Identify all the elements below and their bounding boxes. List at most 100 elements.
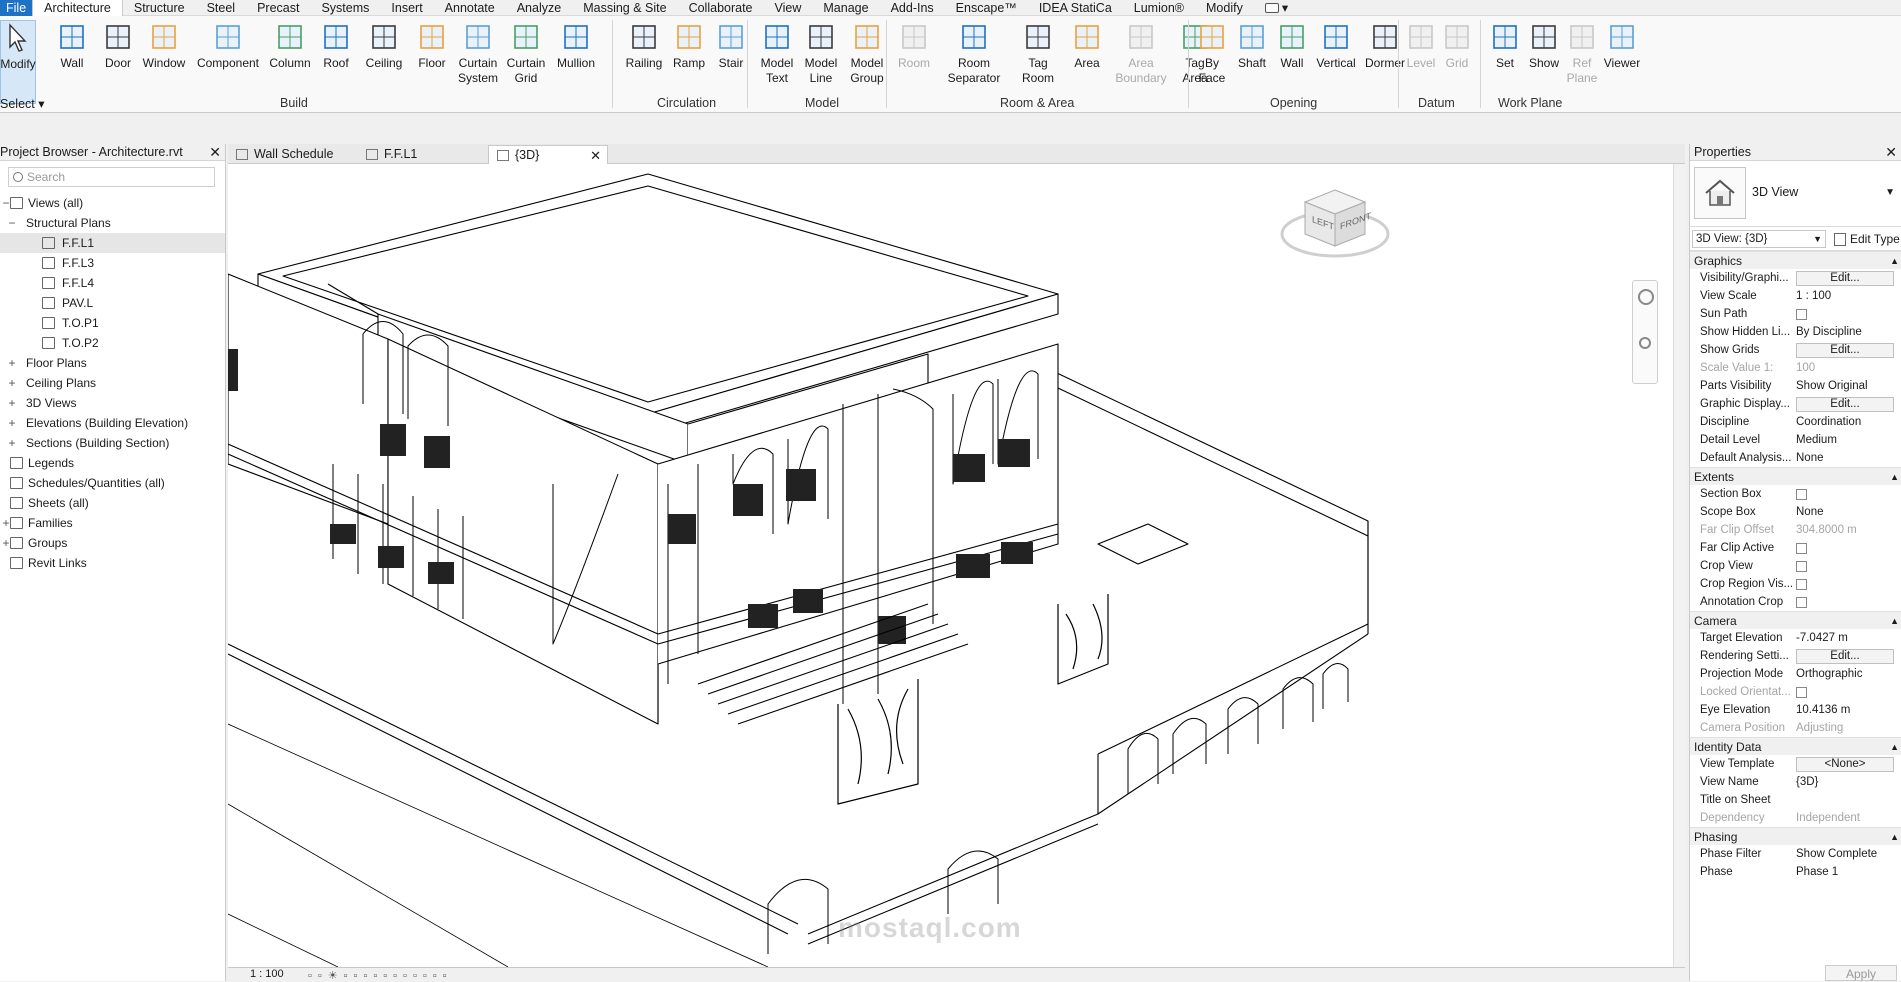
- prop-group-identity-data[interactable]: Identity Data ▲: [1690, 737, 1901, 755]
- tab-file[interactable]: File: [0, 0, 33, 16]
- work-plane-set-button[interactable]: Set: [1489, 20, 1521, 71]
- select-dropdown[interactable]: Select ▾: [0, 96, 45, 111]
- browser-item-families[interactable]: + Families: [0, 513, 225, 533]
- tab-insert[interactable]: Insert: [380, 0, 433, 16]
- target-elevation-value[interactable]: -7.0427 m: [1796, 632, 1848, 644]
- view-scale-value[interactable]: 1 : 100: [1796, 290, 1831, 302]
- opening-shaft-button[interactable]: Shaft: [1233, 20, 1271, 71]
- build-mullion-button[interactable]: Mullion: [552, 20, 600, 71]
- browser-search-input[interactable]: Search: [8, 167, 215, 187]
- tab-lumion[interactable]: Lumion®: [1123, 0, 1195, 16]
- sun-path-checkbox[interactable]: [1796, 309, 1807, 320]
- opening-wall-button[interactable]: Wall: [1275, 20, 1309, 71]
- browser-item-f-f-l1[interactable]: F.F.L1: [0, 233, 225, 253]
- tab-architecture[interactable]: Architecture: [32, 0, 123, 16]
- show-hidden-li-value[interactable]: By Discipline: [1796, 326, 1862, 338]
- tab-manage[interactable]: Manage: [812, 0, 879, 16]
- expand-icon[interactable]: +: [6, 393, 18, 413]
- prop-group-phasing[interactable]: Phasing ▲: [1690, 827, 1901, 845]
- close-icon[interactable]: ✕: [1885, 144, 1897, 161]
- opening-dormer-button[interactable]: Dormer: [1363, 20, 1407, 71]
- model-model-group-button[interactable]: Model Group: [845, 20, 889, 86]
- tab-enscape[interactable]: Enscape™: [945, 0, 1028, 16]
- rendering-setti-button[interactable]: Edit...: [1796, 649, 1894, 664]
- tab-steel[interactable]: Steel: [196, 0, 247, 16]
- view-scale[interactable]: 1 : 100: [250, 968, 284, 980]
- browser-item-pav-l[interactable]: PAV.L: [0, 293, 225, 313]
- browser-item-f-f-l3[interactable]: F.F.L3: [0, 253, 225, 273]
- opening-by-face-button[interactable]: By Face: [1195, 20, 1229, 86]
- build-roof-button[interactable]: Roof: [316, 20, 356, 71]
- tab-view[interactable]: View: [764, 0, 813, 16]
- browser-item-views-all[interactable]: − Views (all): [0, 193, 225, 213]
- tab-precast[interactable]: Precast: [246, 0, 310, 16]
- room-area-room-separator-button[interactable]: Room Separator: [939, 20, 1009, 86]
- tab-annotate[interactable]: Annotate: [434, 0, 506, 16]
- build-ceiling-button[interactable]: Ceiling: [360, 20, 408, 71]
- section-box-checkbox[interactable]: [1796, 489, 1807, 500]
- expand-icon[interactable]: +: [6, 373, 18, 393]
- room-area-area-button[interactable]: Area: [1067, 20, 1107, 71]
- tab-analyze[interactable]: Analyze: [506, 0, 572, 16]
- projection-mode-value[interactable]: Orthographic: [1796, 668, 1862, 680]
- 3d-viewport[interactable]: LEFT FRONT mostaql.com: [228, 164, 1673, 967]
- parts-visibility-value[interactable]: Show Original: [1796, 380, 1868, 392]
- crop-view-checkbox[interactable]: [1796, 561, 1807, 572]
- instance-filter-select[interactable]: 3D View: {3D} ▼: [1692, 230, 1826, 248]
- browser-item-sheets-all[interactable]: Sheets (all): [0, 493, 225, 513]
- room-area-area-boundary-button[interactable]: Area Boundary: [1111, 20, 1171, 86]
- collapse-icon[interactable]: −: [6, 213, 18, 233]
- vertical-scrollbar[interactable]: [1673, 164, 1685, 967]
- work-plane-show-button[interactable]: Show: [1525, 20, 1563, 71]
- detail-level-value[interactable]: Medium: [1796, 434, 1837, 446]
- discipline-value[interactable]: Coordination: [1796, 416, 1861, 428]
- build-curtain-grid-button[interactable]: Curtain Grid: [504, 20, 548, 86]
- tab-collaborate[interactable]: Collaborate: [678, 0, 764, 16]
- default-analysis-value[interactable]: None: [1796, 452, 1824, 464]
- scope-box-value[interactable]: None: [1796, 506, 1824, 518]
- build-column-button[interactable]: Column: [268, 20, 312, 71]
- view-cube[interactable]: LEFT FRONT: [1280, 184, 1390, 264]
- browser-item-groups[interactable]: + Groups: [0, 533, 225, 553]
- view-template-button[interactable]: <None>: [1796, 757, 1894, 772]
- datum-level-button[interactable]: Level: [1405, 20, 1437, 71]
- type-selector[interactable]: 3D View ▼: [1690, 161, 1901, 227]
- model-model-text-button[interactable]: Model Text: [757, 20, 797, 86]
- view-tab-wall-schedule[interactable]: Wall Schedule: [228, 145, 358, 164]
- view-tab-3d[interactable]: {3D} ✕: [488, 145, 608, 164]
- browser-item-f-f-l4[interactable]: F.F.L4: [0, 273, 225, 293]
- browser-item-legends[interactable]: Legends: [0, 453, 225, 473]
- browser-item-schedules-quantities-all[interactable]: Schedules/Quantities (all): [0, 473, 225, 493]
- build-curtain-system-button[interactable]: Curtain System: [456, 20, 500, 86]
- far-clip-active-checkbox[interactable]: [1796, 543, 1807, 554]
- steering-wheel-icon[interactable]: [1638, 289, 1654, 305]
- datum-grid-button[interactable]: Grid: [1441, 20, 1473, 71]
- browser-item-elevations-building-elevation[interactable]: + Elevations (Building Elevation): [0, 413, 225, 433]
- apply-button[interactable]: Apply: [1825, 965, 1897, 981]
- tab-structure[interactable]: Structure: [123, 0, 196, 16]
- show-grids-button[interactable]: Edit...: [1796, 343, 1894, 358]
- graphic-display-button[interactable]: Edit...: [1796, 397, 1894, 412]
- build-wall-button[interactable]: Wall: [48, 20, 96, 71]
- work-plane-viewer-button[interactable]: Viewer: [1601, 20, 1643, 71]
- expand-icon[interactable]: +: [6, 413, 18, 433]
- circulation-railing-button[interactable]: Railing: [623, 20, 665, 71]
- tab-add-ins[interactable]: Add-Ins: [880, 0, 945, 16]
- circulation-stair-button[interactable]: Stair: [713, 20, 749, 71]
- crop-region-vis-checkbox[interactable]: [1796, 579, 1807, 590]
- view-tab-f-f-l1[interactable]: F.F.L1: [358, 145, 488, 164]
- browser-item-sections-building-section[interactable]: + Sections (Building Section): [0, 433, 225, 453]
- ribbon-display-options-button[interactable]: ▾: [1254, 0, 1299, 16]
- build-floor-button[interactable]: Floor: [412, 20, 452, 71]
- browser-item-revit-links[interactable]: Revit Links: [0, 553, 225, 573]
- prop-group-camera[interactable]: Camera ▲: [1690, 611, 1901, 629]
- view-name-value[interactable]: {3D}: [1796, 776, 1818, 788]
- browser-item-structural-plans[interactable]: − Structural Plans: [0, 213, 225, 233]
- view-control-icons[interactable]: ▫▫☀▫▫▫▫▫▫▫▫▫▫▫: [308, 969, 453, 982]
- annotation-crop-checkbox[interactable]: [1796, 597, 1807, 608]
- tab-systems[interactable]: Systems: [310, 0, 380, 16]
- expand-icon[interactable]: +: [6, 353, 18, 373]
- browser-item-t-o-p1[interactable]: T.O.P1: [0, 313, 225, 333]
- build-door-button[interactable]: Door: [100, 20, 136, 71]
- expand-icon[interactable]: +: [6, 433, 18, 453]
